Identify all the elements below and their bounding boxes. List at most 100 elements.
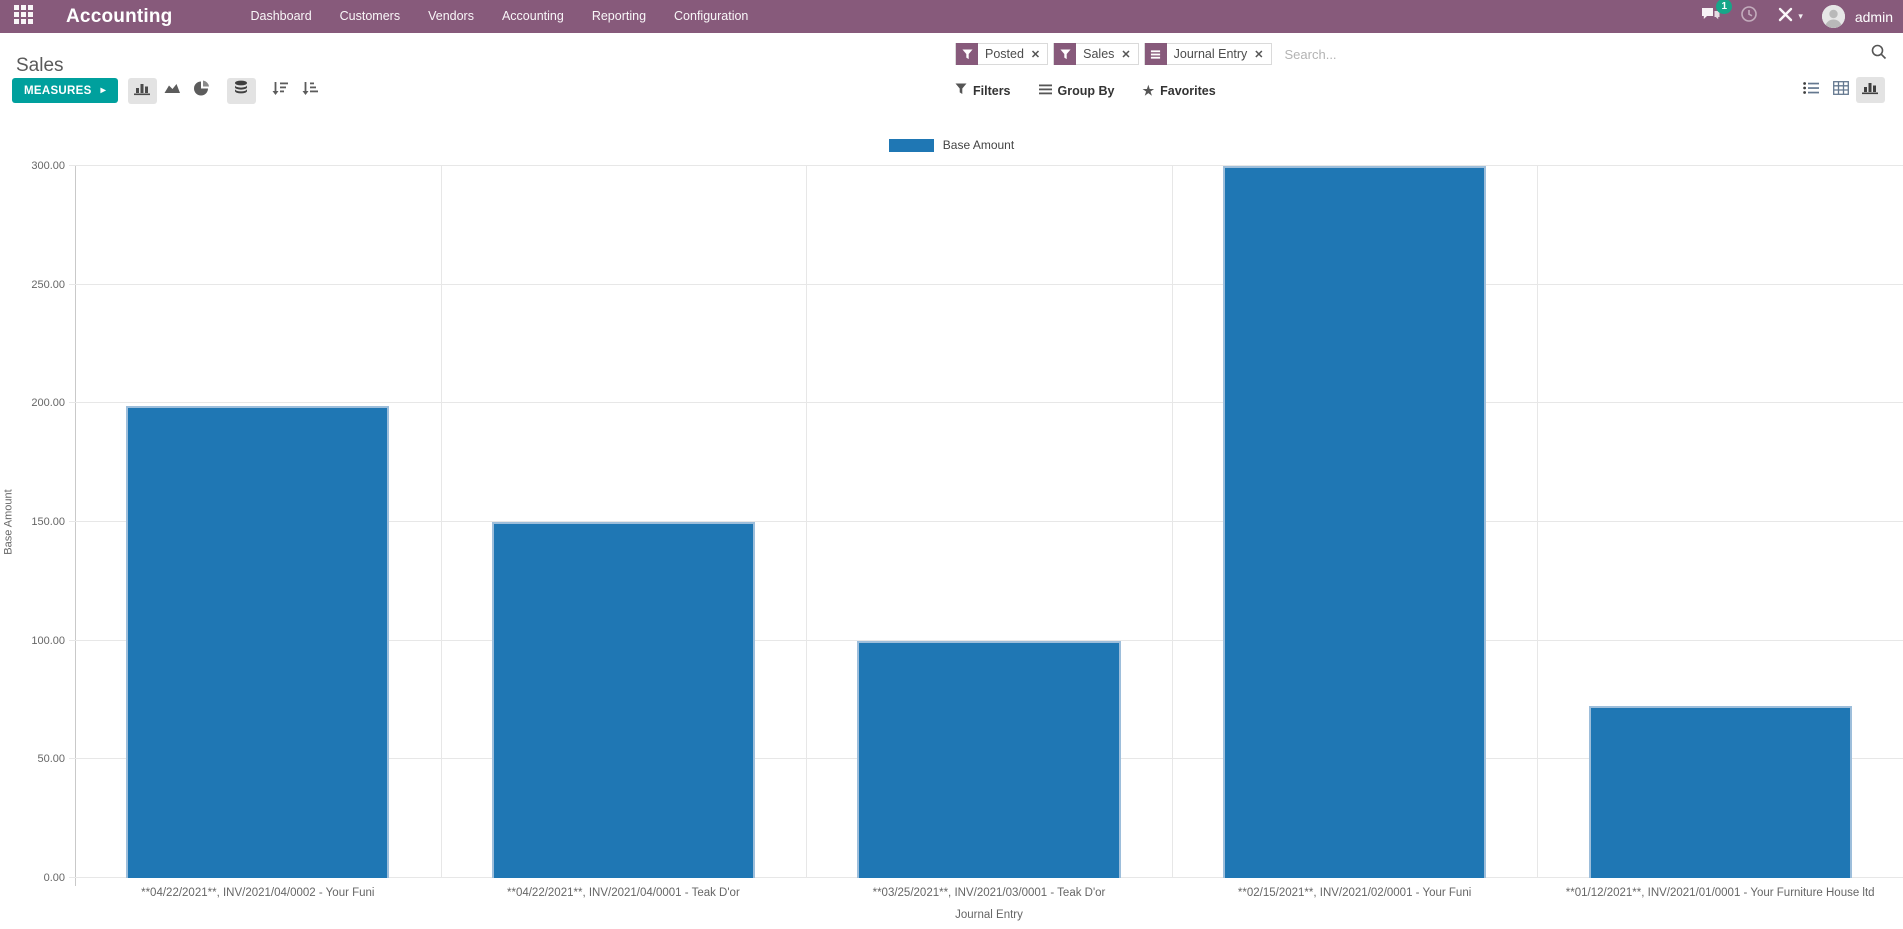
menu-item-accounting[interactable]: Accounting: [488, 0, 578, 33]
gridline: [69, 284, 1903, 285]
chart-bar[interactable]: [492, 522, 755, 878]
y-tick-label: 100.00: [31, 635, 65, 647]
messages-badge: 1: [1716, 0, 1732, 14]
bar-chart-icon: [134, 81, 151, 101]
favorites-label: Favorites: [1160, 84, 1216, 98]
x-tick-label: **04/22/2021**, INV/2021/04/0001 - Teak …: [507, 887, 740, 899]
user-avatar[interactable]: [1822, 5, 1845, 28]
activities-button[interactable]: [1740, 5, 1758, 28]
measures-button[interactable]: MEASURES ▸: [12, 78, 118, 103]
category-gridline: [1537, 166, 1538, 878]
pivot-grid-icon: [1833, 81, 1849, 100]
menu-item-customers[interactable]: Customers: [326, 0, 414, 33]
tools-icon: [1777, 6, 1794, 28]
legend-swatch: [889, 139, 934, 152]
sort-desc-icon: [272, 81, 289, 101]
y-tick-label: 200.00: [31, 397, 65, 409]
line-chart-mode-button[interactable]: [158, 78, 187, 104]
y-tick-label: 150.00: [31, 516, 65, 528]
view-switcher: [1795, 77, 1885, 103]
sort-ascending-button[interactable]: [296, 78, 325, 104]
graph-toolbar: MEASURES ▸: [12, 77, 325, 104]
search-input[interactable]: [1277, 47, 1869, 62]
caret-right-icon: ▸: [101, 85, 106, 96]
close-icon[interactable]: ✕: [1121, 48, 1137, 61]
top-navbar: Accounting Dashboard Customers Vendors A…: [0, 0, 1903, 33]
menu-item-reporting[interactable]: Reporting: [578, 0, 660, 33]
y-axis-line: [75, 166, 76, 886]
filter-icon: [1054, 43, 1076, 65]
category-gridline: [441, 166, 442, 878]
measures-label: MEASURES: [24, 85, 92, 97]
pie-chart-icon: [194, 80, 210, 101]
filters-label: Filters: [973, 84, 1011, 98]
y-tick-label: 300.00: [31, 160, 65, 172]
sort-asc-icon: [302, 81, 319, 101]
list-icon: [1145, 43, 1167, 65]
x-tick-label: **04/22/2021**, INV/2021/04/0002 - Your …: [141, 887, 374, 899]
list-view-icon: [1803, 81, 1819, 100]
y-tick-label: 250.00: [31, 279, 65, 291]
debug-tools-button[interactable]: ▾: [1777, 6, 1803, 28]
sales-bar-chart: Base Amount Base Amount Journal Entry 30…: [0, 119, 1903, 929]
y-axis-title-wrap: Base Amount: [0, 166, 17, 878]
main-menu: Dashboard Customers Vendors Accounting R…: [237, 0, 763, 33]
menu-item-vendors[interactable]: Vendors: [414, 0, 488, 33]
chart-bar[interactable]: [1223, 166, 1486, 878]
search-bar: Posted ✕ Sales ✕ Journal Entry ✕: [955, 42, 1889, 66]
filter-icon: [956, 43, 978, 65]
chart-bar[interactable]: [857, 641, 1120, 878]
pivot-view-button[interactable]: [1826, 77, 1855, 103]
navbar-right: 1 ▾ admin: [1701, 5, 1893, 28]
star-icon: ★: [1142, 84, 1154, 97]
search-facet-posted[interactable]: Posted ✕: [955, 43, 1048, 65]
app-title: Accounting: [66, 6, 173, 28]
graph-view-button[interactable]: [1856, 77, 1885, 103]
chart-bar[interactable]: [1589, 706, 1852, 878]
filters-menu-button[interactable]: Filters: [955, 83, 1011, 98]
apps-menu-button[interactable]: [0, 0, 46, 33]
x-tick-label: **01/12/2021**, INV/2021/01/0001 - Your …: [1566, 887, 1875, 899]
filters-bar: Filters Group By ★ Favorites: [955, 77, 1216, 104]
graph-view-icon: [1862, 80, 1879, 100]
gridline: [69, 165, 1903, 166]
area-chart-icon: [164, 81, 181, 101]
bar-chart-mode-button[interactable]: [128, 78, 157, 104]
facet-label: Posted: [978, 47, 1031, 61]
x-tick-label: **02/15/2021**, INV/2021/02/0001 - Your …: [1238, 887, 1471, 899]
close-icon[interactable]: ✕: [1254, 48, 1270, 61]
group-by-label: Group By: [1058, 84, 1115, 98]
x-axis-title: Journal Entry: [955, 909, 1023, 921]
clock-icon: [1740, 5, 1758, 28]
chart-bar[interactable]: [126, 406, 389, 878]
database-icon: [233, 80, 249, 101]
pie-chart-mode-button[interactable]: [188, 78, 217, 104]
search-facet-sales[interactable]: Sales ✕: [1053, 43, 1139, 65]
user-name[interactable]: admin: [1855, 9, 1893, 25]
y-tick-label: 0.00: [44, 872, 65, 884]
filter-icon: [955, 83, 967, 98]
search-button[interactable]: [1869, 42, 1889, 67]
search-icon: [1871, 44, 1887, 65]
chart-legend[interactable]: Base Amount: [0, 138, 1903, 152]
messages-button[interactable]: 1: [1701, 6, 1721, 28]
menu-item-dashboard[interactable]: Dashboard: [237, 0, 326, 33]
search-facet-journal-entry[interactable]: Journal Entry ✕: [1144, 43, 1272, 65]
control-panel: Sales Posted ✕ Sales ✕ Journal Entry ✕: [0, 33, 1903, 119]
stacked-toggle-button[interactable]: [227, 78, 256, 104]
x-tick-label: **03/25/2021**, INV/2021/03/0001 - Teak …: [873, 887, 1106, 899]
facet-label: Sales: [1076, 47, 1121, 61]
page-title: Sales: [16, 55, 64, 77]
list-view-button[interactable]: [1796, 77, 1825, 103]
chevron-down-icon: ▾: [1798, 11, 1803, 22]
group-by-icon: [1039, 84, 1052, 98]
legend-label: Base Amount: [943, 138, 1014, 152]
sort-descending-button[interactable]: [266, 78, 295, 104]
group-by-menu-button[interactable]: Group By: [1039, 84, 1115, 98]
favorites-menu-button[interactable]: ★ Favorites: [1142, 84, 1215, 98]
menu-item-configuration[interactable]: Configuration: [660, 0, 762, 33]
close-icon[interactable]: ✕: [1031, 48, 1047, 61]
y-tick-label: 50.00: [37, 753, 65, 765]
facet-label: Journal Entry: [1167, 47, 1255, 61]
y-axis-title: Base Amount: [3, 489, 15, 554]
